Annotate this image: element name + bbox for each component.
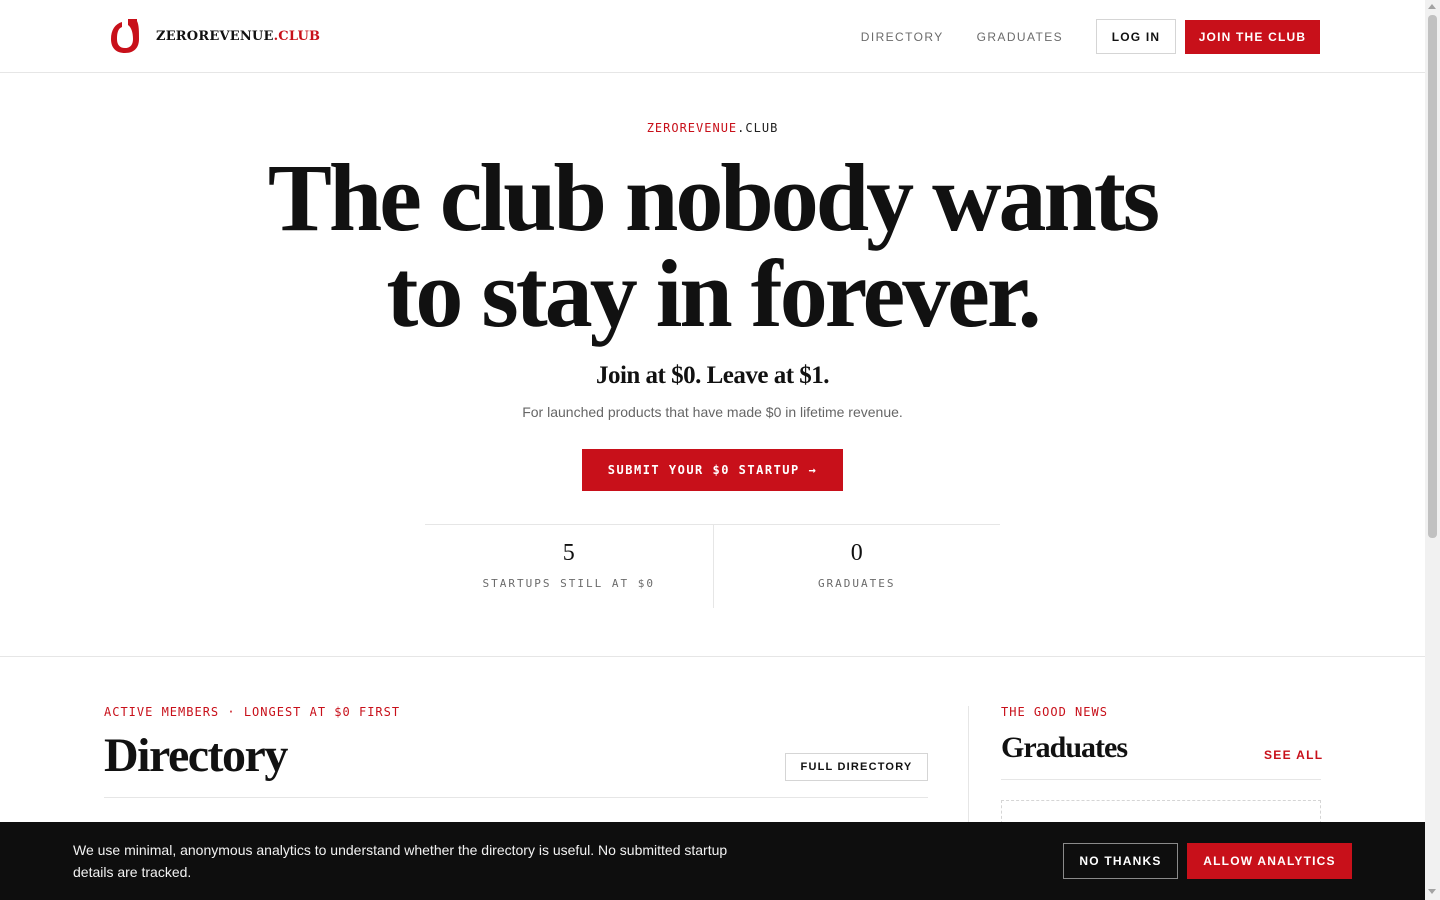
hero-subtitle: Join at $0. Leave at $1. bbox=[595, 362, 830, 389]
allow-analytics-button[interactable]: ALLOW ANALYTICS bbox=[1187, 843, 1352, 879]
scroll-down-arrow-icon[interactable] bbox=[1428, 889, 1436, 894]
decline-analytics-button[interactable]: NO THANKS bbox=[1063, 843, 1178, 879]
nav-graduates-link[interactable]: GRADUATES bbox=[977, 30, 1063, 44]
directory-divider bbox=[104, 797, 928, 798]
logo-text-main: ZEROREVENUE bbox=[156, 28, 274, 44]
logo-icon bbox=[111, 19, 139, 53]
main-nav: DIRECTORY GRADUATES LOG IN JOIN THE CLUB bbox=[861, 19, 1320, 54]
hero-eyebrow-main: .CLUB bbox=[737, 121, 779, 135]
cookie-banner: We use minimal, anonymous analytics to u… bbox=[0, 822, 1425, 900]
cookie-message: We use minimal, anonymous analytics to u… bbox=[73, 842, 728, 880]
graduates-eyebrow: THE GOOD NEWS bbox=[1001, 705, 1108, 719]
stats-row: 5 STARTUPS STILL AT $0 0 GRADUATES bbox=[425, 524, 1000, 608]
hero-description: For launched products that have made $0 … bbox=[522, 404, 903, 420]
hero-title: The club nobody wants to stay in forever… bbox=[0, 150, 1425, 342]
logo-text-accent: .CLUB bbox=[273, 28, 321, 44]
nav-directory-link[interactable]: DIRECTORY bbox=[861, 30, 944, 44]
stat-value: 5 bbox=[562, 540, 575, 566]
submit-startup-button[interactable]: SUBMIT YOUR $0 STARTUP → bbox=[582, 449, 843, 491]
login-button[interactable]: LOG IN bbox=[1096, 19, 1176, 54]
hero-title-line-1: The club nobody wants bbox=[267, 144, 1160, 251]
column-divider bbox=[968, 706, 969, 826]
stat-label: STARTUPS STILL AT $0 bbox=[482, 577, 655, 590]
scroll-up-arrow-icon[interactable] bbox=[1428, 4, 1436, 9]
hero-eyebrow-accent: ZEROREVENUE bbox=[646, 121, 738, 135]
hero-eyebrow: ZEROREVENUE.CLUB bbox=[0, 121, 1425, 135]
graduates-title: Graduates bbox=[1001, 731, 1128, 764]
directory-title: Directory bbox=[104, 729, 288, 782]
hero-title-line-2: to stay in forever. bbox=[386, 240, 1041, 347]
stat-graduates: 0 GRADUATES bbox=[712, 525, 1001, 608]
site-header: ZEROREVENUE.CLUB DIRECTORY GRADUATES LOG… bbox=[0, 0, 1425, 73]
directory-eyebrow: ACTIVE MEMBERS · LONGEST AT $0 FIRST bbox=[104, 705, 401, 719]
logo-link[interactable]: ZEROREVENUE.CLUB bbox=[110, 17, 320, 55]
full-directory-button[interactable]: FULL DIRECTORY bbox=[785, 753, 928, 781]
see-all-link[interactable]: SEE ALL bbox=[1264, 748, 1323, 762]
graduates-divider bbox=[1001, 779, 1321, 780]
logo-wordmark: ZEROREVENUE.CLUB bbox=[156, 29, 320, 44]
stat-value: 0 bbox=[850, 540, 863, 566]
stat-label: GRADUATES bbox=[817, 577, 896, 590]
join-club-button[interactable]: JOIN THE CLUB bbox=[1185, 19, 1320, 54]
section-divider bbox=[0, 656, 1425, 657]
scrollbar-thumb[interactable] bbox=[1428, 15, 1437, 538]
stat-startups: 5 STARTUPS STILL AT $0 bbox=[425, 525, 713, 608]
